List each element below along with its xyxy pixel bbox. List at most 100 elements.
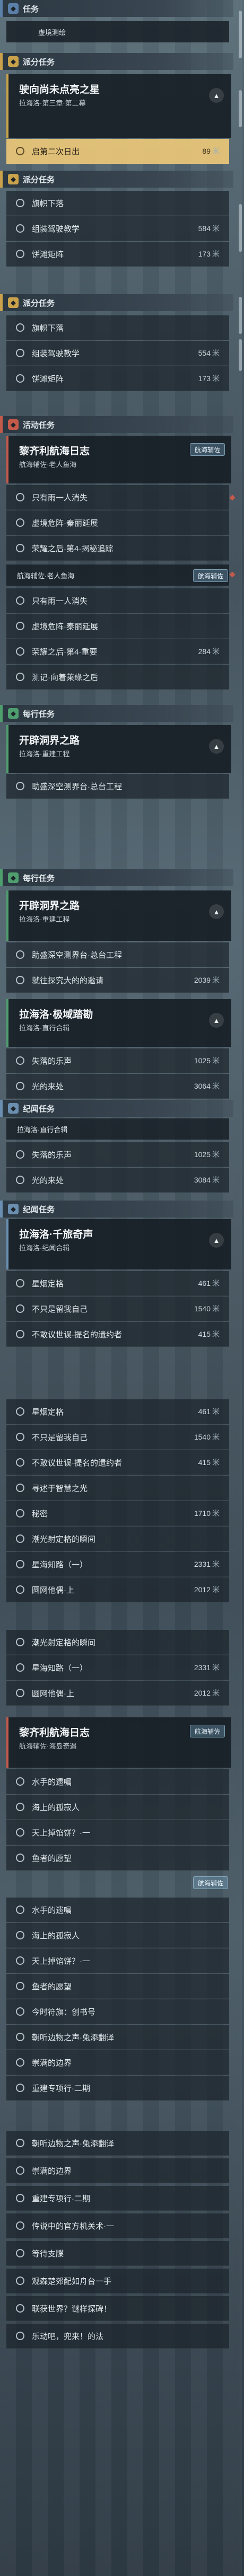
quest-row[interactable]: 失落的乐声 1025 米 [6,1048,229,1073]
quest-row[interactable]: 光的来处 3064 米 [6,1074,229,1099]
section-daily[interactable]: ◆ 每行任务 [0,705,233,722]
checkbox-icon[interactable] [16,2007,24,2016]
quest-row[interactable]: 海上的孤寂人 [6,1923,229,1948]
quest-row[interactable]: 鱼者的愿望 [6,1974,229,1999]
quest-row[interactable]: 水手的遗嘱 [6,1769,229,1794]
checkbox-icon[interactable] [16,2194,24,2202]
collapse-chevron-icon[interactable]: ▲ [209,1013,224,1028]
checkbox-icon[interactable] [16,349,24,357]
checkbox-icon[interactable] [16,250,24,258]
checkbox-icon[interactable] [16,1484,24,1492]
quest-row[interactable]: 不敢议世误·提名的遗约者 415 米 [6,1322,229,1347]
quest-row[interactable]: 光的来处 3084 米 [6,1168,229,1193]
quest-row[interactable]: 圆网他偶·上 2012 米 [6,1577,229,1602]
quest-row[interactable]: 旗帜下落 [6,315,229,340]
checkbox-icon[interactable] [16,1638,24,1646]
checkbox-icon[interactable] [16,1828,24,1837]
checkbox-icon[interactable] [16,1458,24,1467]
checkbox-icon[interactable] [16,1534,24,1543]
checkbox-icon[interactable] [16,199,24,207]
quest-row[interactable]: 天上掉馅饼？·一 [6,1820,229,1845]
quest-row[interactable]: 朝听边物之声·兔添翻译 [6,2131,229,2156]
checkbox-icon[interactable] [16,673,24,681]
quest-row[interactable]: 乐动吧，兜来！的法 [6,2324,229,2349]
collapse-chevron-icon[interactable]: ▲ [209,904,224,919]
quest-row[interactable]: 鱼者的愿望 [6,1846,229,1871]
daily-card[interactable]: 开辟洞界之路 拉海洛·重建工程 ▲ [6,890,231,941]
quest-row[interactable]: 联获世界？谜样探碑！ [6,2296,229,2321]
quest-row[interactable]: 不只是留我自己 1540 米 [6,1296,229,1321]
event-card[interactable]: 黎齐利航海日志 航海辅佐·老人鱼海 航海辅佐 [6,436,231,483]
checkbox-icon[interactable] [16,147,24,155]
checkbox-icon[interactable] [16,1777,24,1786]
checkbox-icon[interactable] [16,1854,24,1862]
checkbox-icon[interactable] [16,374,24,383]
quest-row[interactable]: 水手的遗嘱 [6,1898,229,1922]
quest-row[interactable]: 传说中的官方机关术·一 [6,2213,229,2238]
checkbox-icon[interactable] [16,1330,24,1338]
section-kiyoshi[interactable]: ◆ 纪闻任务 [0,1201,233,1218]
collapse-chevron-icon[interactable]: ▲ [209,739,224,754]
quest-row[interactable]: 虚境危阵·秦丽延展 [6,614,229,639]
quest-row[interactable]: 星烟定格 461 米 [6,1399,229,1424]
quest-row[interactable]: 饼滩矩阵 173 米 [6,242,229,267]
checkbox-icon[interactable] [16,782,24,790]
quest-row[interactable]: 星海知路（一） 2331 米 [6,1655,229,1680]
quest-card[interactable]: 驶向尚未点亮之星 拉海洛·第三章·第二幕 ▲ [6,74,231,138]
checkbox-icon[interactable] [16,1082,24,1090]
checkbox-icon[interactable] [16,2139,24,2147]
section-daily[interactable]: ◆ 每行任务 [0,869,233,886]
quest-row[interactable]: 崇满的边界 [6,2158,229,2183]
quest-row[interactable]: 天上掉馅饼？·一 [6,1948,229,1973]
quest-row[interactable]: 朝听边物之声·兔添翻译 [6,2025,229,2050]
quest-row[interactable]: 饼滩矩阵 173 米 [6,366,229,391]
quest-row[interactable]: 海上的孤寂人 [6,1795,229,1820]
checkbox-icon[interactable] [16,2033,24,2041]
quest-row[interactable]: 虚境危阵·秦丽延展 [6,510,229,535]
section-branch[interactable]: ◆ 派分任务 [0,53,233,70]
quest-row[interactable]: 潮光射定格的瞬间 [6,1630,229,1655]
checkbox-icon[interactable] [16,224,24,233]
quest-row[interactable]: 潮光射定格的瞬间 [6,1527,229,1551]
quest-row[interactable]: 星海知路（一） 2331 米 [6,1552,229,1577]
checkbox-icon[interactable] [16,1956,24,1965]
checkbox-icon[interactable] [16,2221,24,2230]
checkbox-icon[interactable] [16,2304,24,2313]
checkbox-icon[interactable] [16,1304,24,1313]
quest-row[interactable]: 只有雨一人消失 [6,588,229,613]
collapse-chevron-icon[interactable]: ▲ [209,88,224,103]
checkbox-icon[interactable] [16,622,24,630]
checkbox-icon[interactable] [16,1982,24,1990]
checkbox-icon[interactable] [16,1056,24,1065]
quest-row[interactable]: 观森楚郊配如舟台一手 [6,2269,229,2293]
quest-row[interactable]: 圆网他偶·上 2012 米 [6,1681,229,1706]
scrollbar-track[interactable] [239,0,242,2576]
quest-row[interactable]: 测记·向着莱缘之后 [6,665,229,690]
checkbox-icon[interactable] [16,1585,24,1594]
checkbox-icon[interactable] [16,1150,24,1159]
quest-row[interactable]: 寻述于智慧之光 [6,1476,229,1501]
checkbox-icon[interactable] [16,1689,24,1697]
checkbox-icon[interactable] [16,493,24,501]
section-kiyoshi[interactable]: ◆ 纪闻任务 [0,1100,233,1117]
checkbox-icon[interactable] [16,1279,24,1287]
quest-row[interactable]: 等待支牒 [6,2241,229,2266]
checkbox-icon[interactable] [16,950,24,959]
checkbox-icon[interactable] [16,2277,24,2285]
checkbox-icon[interactable] [16,2332,24,2340]
checkbox-icon[interactable] [16,2166,24,2175]
daily-card[interactable]: 开辟洞界之路 拉海洛·重建工程 ▲ [6,725,231,773]
quest-row[interactable]: 秘密 1710 米 [6,1501,229,1526]
checkbox-icon[interactable] [16,2084,24,2092]
quest-row[interactable]: 就往探究大的的邀请 2039 米 [6,968,229,993]
checkbox-icon[interactable] [16,976,24,984]
quest-row[interactable]: 荣耀之后·第4·揭秘追踪 [6,536,229,561]
quest-row[interactable]: 组装驾驶教学 554 米 [6,341,229,366]
section-event[interactable]: ◆ 活动任务 [0,416,233,433]
quest-row[interactable]: 助盛深空测界台·总台工程 [6,774,229,799]
checkbox-icon[interactable] [16,1905,24,1914]
section-branch[interactable]: ◆ 派分任务 [0,294,233,311]
checkbox-icon[interactable] [16,1803,24,1811]
checkbox-icon[interactable] [16,1509,24,1518]
checkbox-icon[interactable] [16,1931,24,1939]
